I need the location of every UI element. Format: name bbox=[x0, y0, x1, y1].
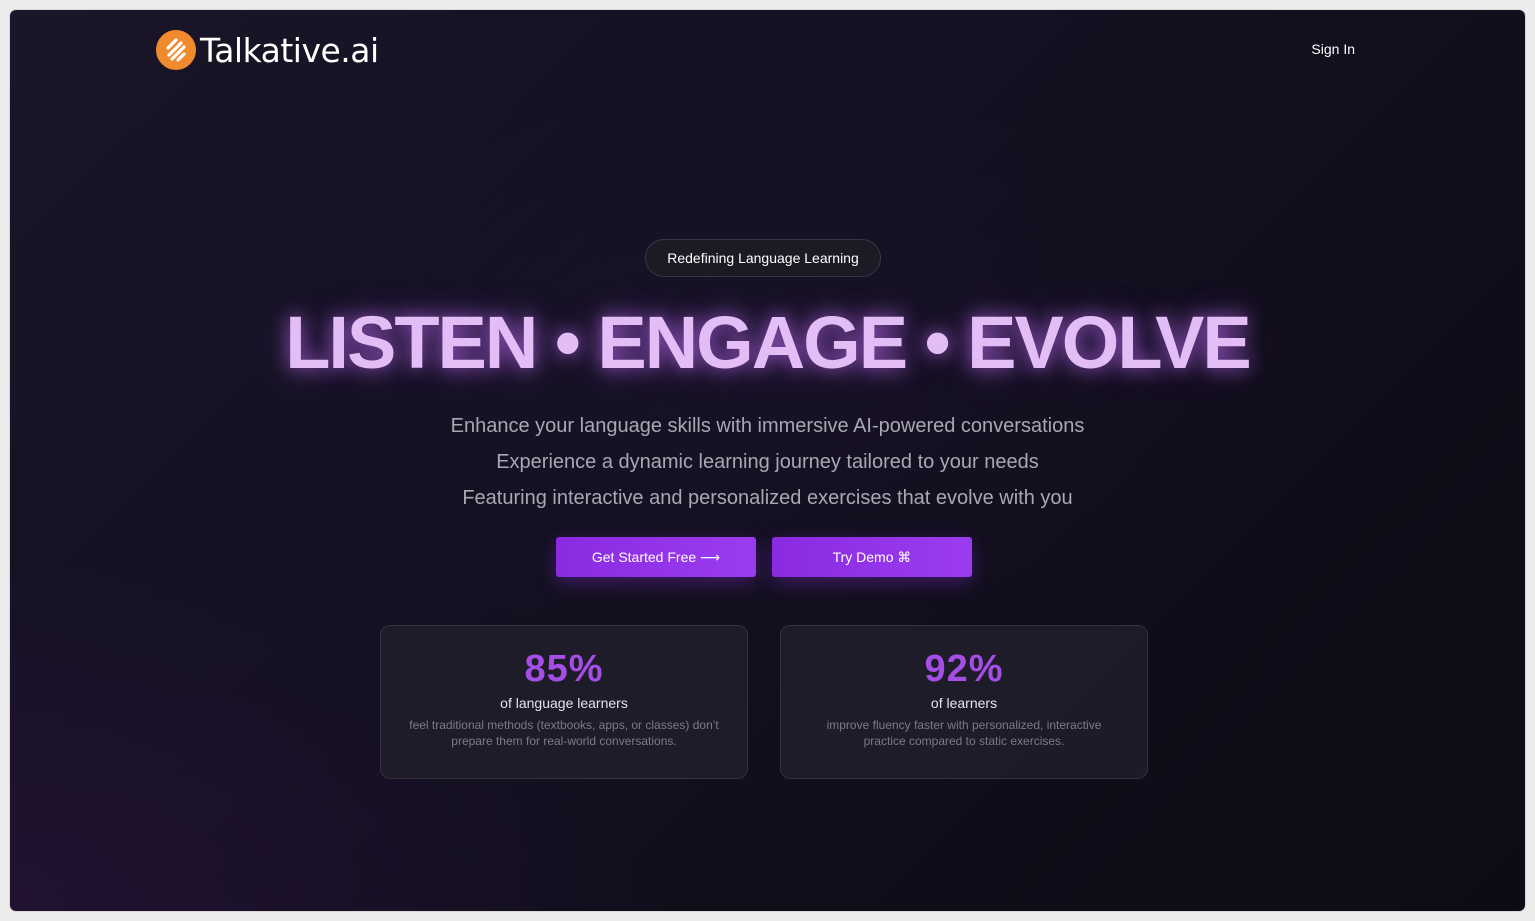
hero-subtitle-line-2: Experience a dynamic learning journey ta… bbox=[496, 451, 1039, 473]
stat-label: of language learners bbox=[500, 695, 628, 711]
stat-value: 92% bbox=[924, 648, 1004, 690]
stat-label: of learners bbox=[930, 695, 998, 711]
hero-badge: Redefining Language Learning bbox=[645, 239, 881, 277]
stat-description: feel traditional methods (textbooks, app… bbox=[409, 718, 719, 748]
hero-headline: LISTEN • ENGAGE • EVOLVE bbox=[285, 301, 1252, 384]
brand-name: Talkative.ai bbox=[200, 30, 379, 70]
stat-card-2: 92% of learners improve fluency faster w… bbox=[780, 625, 1148, 779]
talkative-logo-icon bbox=[156, 30, 196, 70]
hero-subtitle-line-3: Featuring interactive and personalized e… bbox=[462, 487, 1073, 509]
try-demo-button[interactable]: Try Demo ⌘ bbox=[772, 537, 972, 577]
get-started-button[interactable]: Get Started Free ⟶ bbox=[556, 537, 756, 577]
page-frame: Talkative.ai Sign In Redefining Language… bbox=[10, 10, 1525, 911]
stat-card-1: 85% of language learners feel traditiona… bbox=[380, 625, 748, 779]
stat-description: improve fluency faster with personalized… bbox=[826, 718, 1102, 748]
stat-value: 85% bbox=[524, 648, 604, 690]
sign-in-link[interactable]: Sign In bbox=[1311, 41, 1355, 57]
brand-logo[interactable]: Talkative.ai bbox=[156, 30, 379, 70]
hero-subtitle-line-1: Enhance your language skills with immers… bbox=[450, 415, 1085, 437]
